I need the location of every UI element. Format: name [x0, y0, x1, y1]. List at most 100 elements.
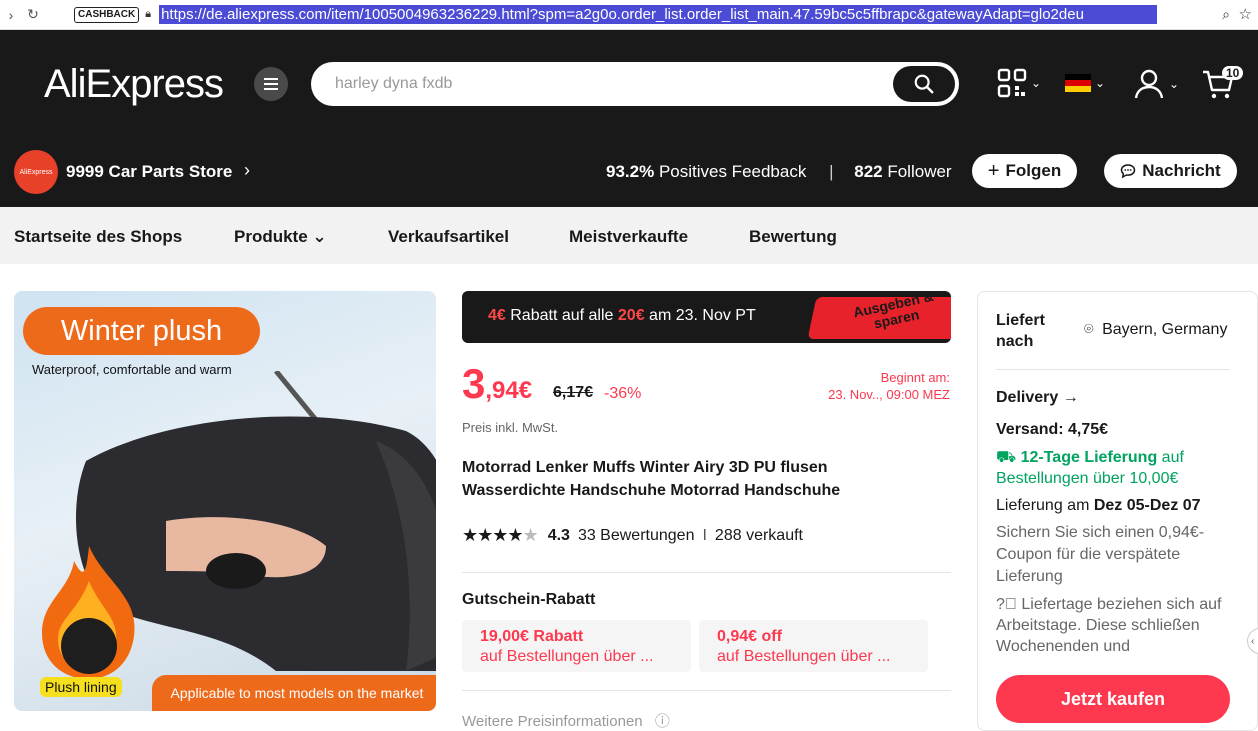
menu-button[interactable] — [254, 67, 288, 101]
account-menu[interactable]: ⌄ — [1133, 68, 1179, 100]
search-bar — [311, 62, 959, 106]
coupon-heading: Gutschein-Rabatt — [462, 591, 596, 608]
user-icon — [1134, 69, 1164, 99]
forward-icon[interactable]: › — [0, 7, 22, 23]
chevron-down-icon: ⌄ — [1031, 76, 1042, 90]
url-field[interactable]: https://de.aliexpress.com/item/100500496… — [159, 5, 1158, 24]
store-name[interactable]: 9999 Car Parts Store — [66, 162, 232, 182]
cart-count-badge: 10 — [1222, 66, 1244, 80]
delivery-date-label: Lieferung am — [996, 497, 1090, 514]
coupon-amount: 0,94€ off — [717, 628, 782, 645]
qr-code-menu[interactable]: ⌄ — [997, 68, 1041, 98]
delivery-date: Lieferung am Dez 05-Dez 07 — [996, 497, 1201, 515]
browser-url-bar: › ↻ CASHBACK 🔒︎ https://de.aliexpress.co… — [0, 0, 1258, 30]
follow-label: Folgen — [1005, 161, 1062, 180]
price-integer: 3 — [462, 360, 486, 407]
message-label: Nachricht — [1142, 161, 1221, 180]
coupon-condition: auf Bestellungen über ... — [717, 648, 891, 665]
product-title: Motorrad Lenker Muffs Winter Airy 3D PU … — [462, 459, 841, 499]
nav-products-label: Produkte — [234, 227, 308, 246]
positive-feedback-value: 93.2% — [606, 162, 655, 181]
image-subtitle: Waterproof, comfortable and warm — [32, 362, 232, 377]
current-price: 3,94€ — [462, 360, 532, 408]
promo-text: 4€ Rabatt auf alle 20€ am 23. Nov PT — [488, 307, 756, 325]
location-pin-icon: ⌾ — [1084, 321, 1094, 338]
zoom-icon[interactable]: ⌕ — [1222, 6, 1230, 23]
bookmark-star-icon[interactable]: ☆ — [1239, 5, 1252, 23]
fast-delivery: ⛟ 12-Tage Lieferung auf Bestellungen übe… — [996, 447, 1226, 489]
search-input[interactable] — [335, 72, 875, 96]
sold-count: 288 verkauft — [714, 526, 803, 544]
sale-begins: Beginnt am: 23. Nov.., 09:00 MEZ — [800, 369, 950, 403]
more-price-info[interactable]: Weitere Preisinformationen ⓘ — [462, 710, 670, 731]
truck-icon: ⛟ — [996, 449, 1017, 466]
info-icon: ⓘ — [654, 713, 670, 730]
germany-flag-icon — [1065, 74, 1091, 92]
chevron-down-icon: ⌄ — [312, 227, 327, 246]
buy-now-button[interactable]: Jetzt kaufen — [996, 675, 1230, 723]
shop-navigation: Startseite des Shops Produkte ⌄ Verkaufs… — [0, 207, 1258, 264]
chat-icon — [1121, 164, 1136, 179]
lock-icon[interactable]: 🔒︎ — [145, 8, 151, 21]
language-menu[interactable]: ⌄ — [1065, 74, 1105, 92]
rating-row: ★★★★★ 4.3 33 Bewertungen I 288 verkauft — [462, 525, 803, 546]
coupon-amount: 19,00€ Rabatt — [480, 628, 584, 645]
deliver-to-label: Liefert nach — [996, 312, 1045, 350]
store-stats: 93.2% Positives Feedback | 822 Follower — [606, 162, 952, 182]
divider — [996, 369, 1230, 370]
positive-feedback-label: Positives Feedback — [658, 162, 807, 181]
discount-percent: -36% — [604, 385, 642, 402]
promo-amount: 4€ — [488, 307, 506, 324]
nav-sale-items[interactable]: Verkaufsartikel — [388, 227, 509, 247]
working-days-note: ?⃝ Liefertage beziehen sich auf Arbeitst… — [996, 594, 1228, 657]
rating-value: 4.3 — [547, 526, 570, 544]
chevron-right-icon[interactable]: › — [244, 160, 250, 181]
more-price-info-label: Weitere Preisinformationen — [462, 713, 643, 730]
delivery-label: Delivery — [996, 389, 1059, 406]
message-button[interactable]: Nachricht — [1104, 154, 1237, 188]
rating-stars-icon: ★★★★★ — [462, 525, 539, 545]
reload-icon[interactable]: ↻ — [22, 6, 44, 23]
tax-note: Preis inkl. MwSt. — [462, 420, 559, 435]
working-days-text: Liefertage beziehen sich auf Arbeitstage… — [996, 596, 1222, 655]
coupon-card[interactable]: 19,00€ Rabatt auf Bestellungen über ... — [462, 620, 691, 672]
coupon-condition: auf Bestellungen über ... — [480, 648, 654, 665]
nav-reviews[interactable]: Bewertung — [749, 227, 837, 247]
stats-separator: | — [829, 162, 834, 181]
delivery-location[interactable]: ⌾ Bayern, Germany — [1084, 321, 1227, 339]
reviews-count[interactable]: 33 Bewertungen — [578, 527, 695, 545]
cashback-badge[interactable]: CASHBACK — [74, 6, 140, 23]
begins-label: Beginnt am: — [880, 370, 950, 385]
plush-lining-label: Plush lining — [40, 677, 122, 697]
plus-icon: + — [987, 159, 1000, 182]
divider — [462, 690, 951, 691]
promo-text-2: am 23. Nov PT — [649, 307, 756, 324]
store-bar: AliExpress 9999 Car Parts Store › 93.2% … — [0, 148, 1258, 198]
applicable-label: Applicable to most models on the market — [152, 675, 436, 711]
product-image[interactable]: Winter plush Waterproof, comfortable and… — [14, 291, 436, 711]
price-decimal: ,94€ — [485, 377, 533, 404]
original-price: 6,17€ — [553, 384, 594, 401]
nav-products[interactable]: Produkte ⌄ — [234, 227, 327, 247]
sold-separator: I — [702, 526, 707, 544]
aliexpress-logo[interactable]: AliExpress — [44, 62, 224, 107]
location-label: Bayern, Germany — [1102, 321, 1228, 338]
followers-label: Follower — [887, 162, 952, 181]
chevron-down-icon: ⌄ — [1095, 76, 1106, 90]
follow-button[interactable]: + Folgen — [972, 154, 1077, 188]
question-icon: ?⃝ — [996, 596, 1017, 613]
coupon-card[interactable]: 0,94€ off auf Bestellungen über ... — [699, 620, 928, 672]
store-logo[interactable]: AliExpress — [14, 150, 58, 194]
promo-text-1: Rabatt auf alle — [510, 307, 614, 324]
search-button[interactable] — [893, 66, 955, 102]
late-delivery-coupon-note: Sichern Sie sich einen 0,94€-Coupon für … — [996, 524, 1205, 585]
nav-shop-home[interactable]: Startseite des Shops — [14, 227, 182, 247]
arrow-right-icon: → — [1062, 389, 1079, 406]
delivery-link[interactable]: Delivery → — [996, 389, 1079, 407]
nav-bestsellers[interactable]: Meistverkaufte — [569, 227, 688, 247]
search-icon — [914, 74, 934, 94]
divider — [462, 572, 951, 573]
promo-banner[interactable]: 4€ Rabatt auf alle 20€ am 23. Nov PT Aus… — [462, 291, 951, 343]
promo-threshold: 20€ — [617, 307, 645, 324]
delivery-date-value: Dez 05-Dez 07 — [1093, 497, 1201, 514]
